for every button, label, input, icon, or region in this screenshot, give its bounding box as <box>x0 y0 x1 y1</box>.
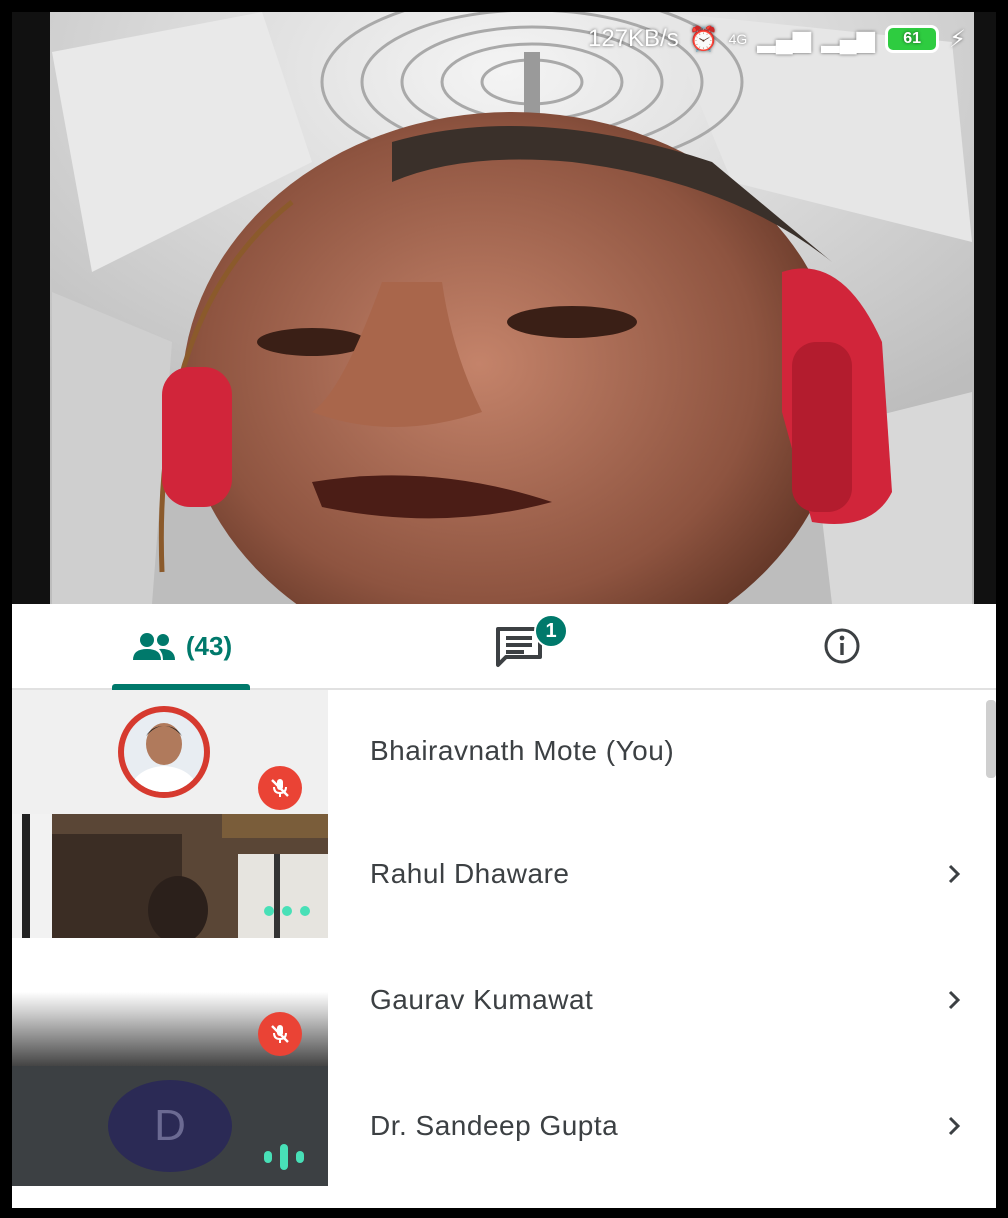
participant-name: Bhairavnath Mote (You) <box>370 735 675 766</box>
participant-name: Gaurav Kumawat <box>370 984 594 1015</box>
video-right-edge <box>974 12 996 604</box>
audio-level-icon <box>264 1144 304 1170</box>
participant-row[interactable]: D Dr. Sandeep Gupta <box>12 1066 996 1186</box>
tab-people[interactable]: (43) <box>112 604 252 690</box>
battery-level: 61 <box>903 30 922 47</box>
participant-video <box>12 814 328 938</box>
chevron-right-icon[interactable] <box>942 1114 966 1138</box>
participant-row[interactable]: Rahul Dhaware <box>12 814 996 938</box>
network-type: 4G <box>728 31 748 47</box>
main-video-feed[interactable]: 127KB/s ⏰ 4G ▂▄▆ ▂▄▆ 61 ⚡ <box>12 12 996 604</box>
list-scrollbar[interactable] <box>986 700 996 778</box>
signal-icon-2: ▂▄▆ <box>821 25 876 53</box>
info-icon <box>824 628 860 664</box>
network-speed: 127KB/s <box>587 25 679 52</box>
participant-name: Dr. Sandeep Gupta <box>370 1110 619 1141</box>
participant-row[interactable]: Bhairavnath Mote (You) <box>12 690 996 814</box>
avatar: D <box>108 1080 232 1172</box>
battery-icon: 61 <box>885 25 940 53</box>
meeting-tabs: (43) 1 <box>12 604 996 690</box>
people-count: (43) <box>185 630 233 661</box>
mic-off-icon <box>258 1012 302 1056</box>
participants-list[interactable]: Bhairavnath Mote (You) Rahul Dhaware Gau… <box>12 690 996 1208</box>
participant-row[interactable]: Gaurav Kumawat <box>12 938 996 1066</box>
chevron-right-icon[interactable] <box>942 988 966 1012</box>
tab-info[interactable] <box>807 604 877 688</box>
chevron-right-icon[interactable] <box>942 862 966 886</box>
charging-icon: ⚡ <box>949 25 966 53</box>
signal-icon: ▂▄▆ <box>757 25 812 53</box>
participant-thumbnail <box>12 814 328 938</box>
chat-unread-badge: 1 <box>534 614 568 648</box>
participant-thumbnail <box>12 690 328 814</box>
participant-thumbnail: D <box>12 1066 328 1186</box>
mic-off-icon <box>258 766 302 810</box>
avatar <box>118 706 210 798</box>
tab-chat[interactable]: 1 <box>482 604 568 688</box>
people-icon <box>132 633 175 660</box>
video-left-edge <box>12 12 50 604</box>
avatar-letter: D <box>154 1101 186 1150</box>
participant-name: Rahul Dhaware <box>370 858 570 889</box>
phone-status-bar: 127KB/s ⏰ 4G ▂▄▆ ▂▄▆ 61 ⚡ <box>588 22 966 56</box>
alarm-icon: ⏰ <box>688 25 719 53</box>
meeting-screen: 127KB/s ⏰ 4G ▂▄▆ ▂▄▆ 61 ⚡ (43) 1 Bhairav… <box>12 12 996 1208</box>
participant-thumbnail <box>12 938 328 1066</box>
speaking-dots-icon <box>264 906 310 916</box>
speaker-video-image <box>12 12 996 604</box>
